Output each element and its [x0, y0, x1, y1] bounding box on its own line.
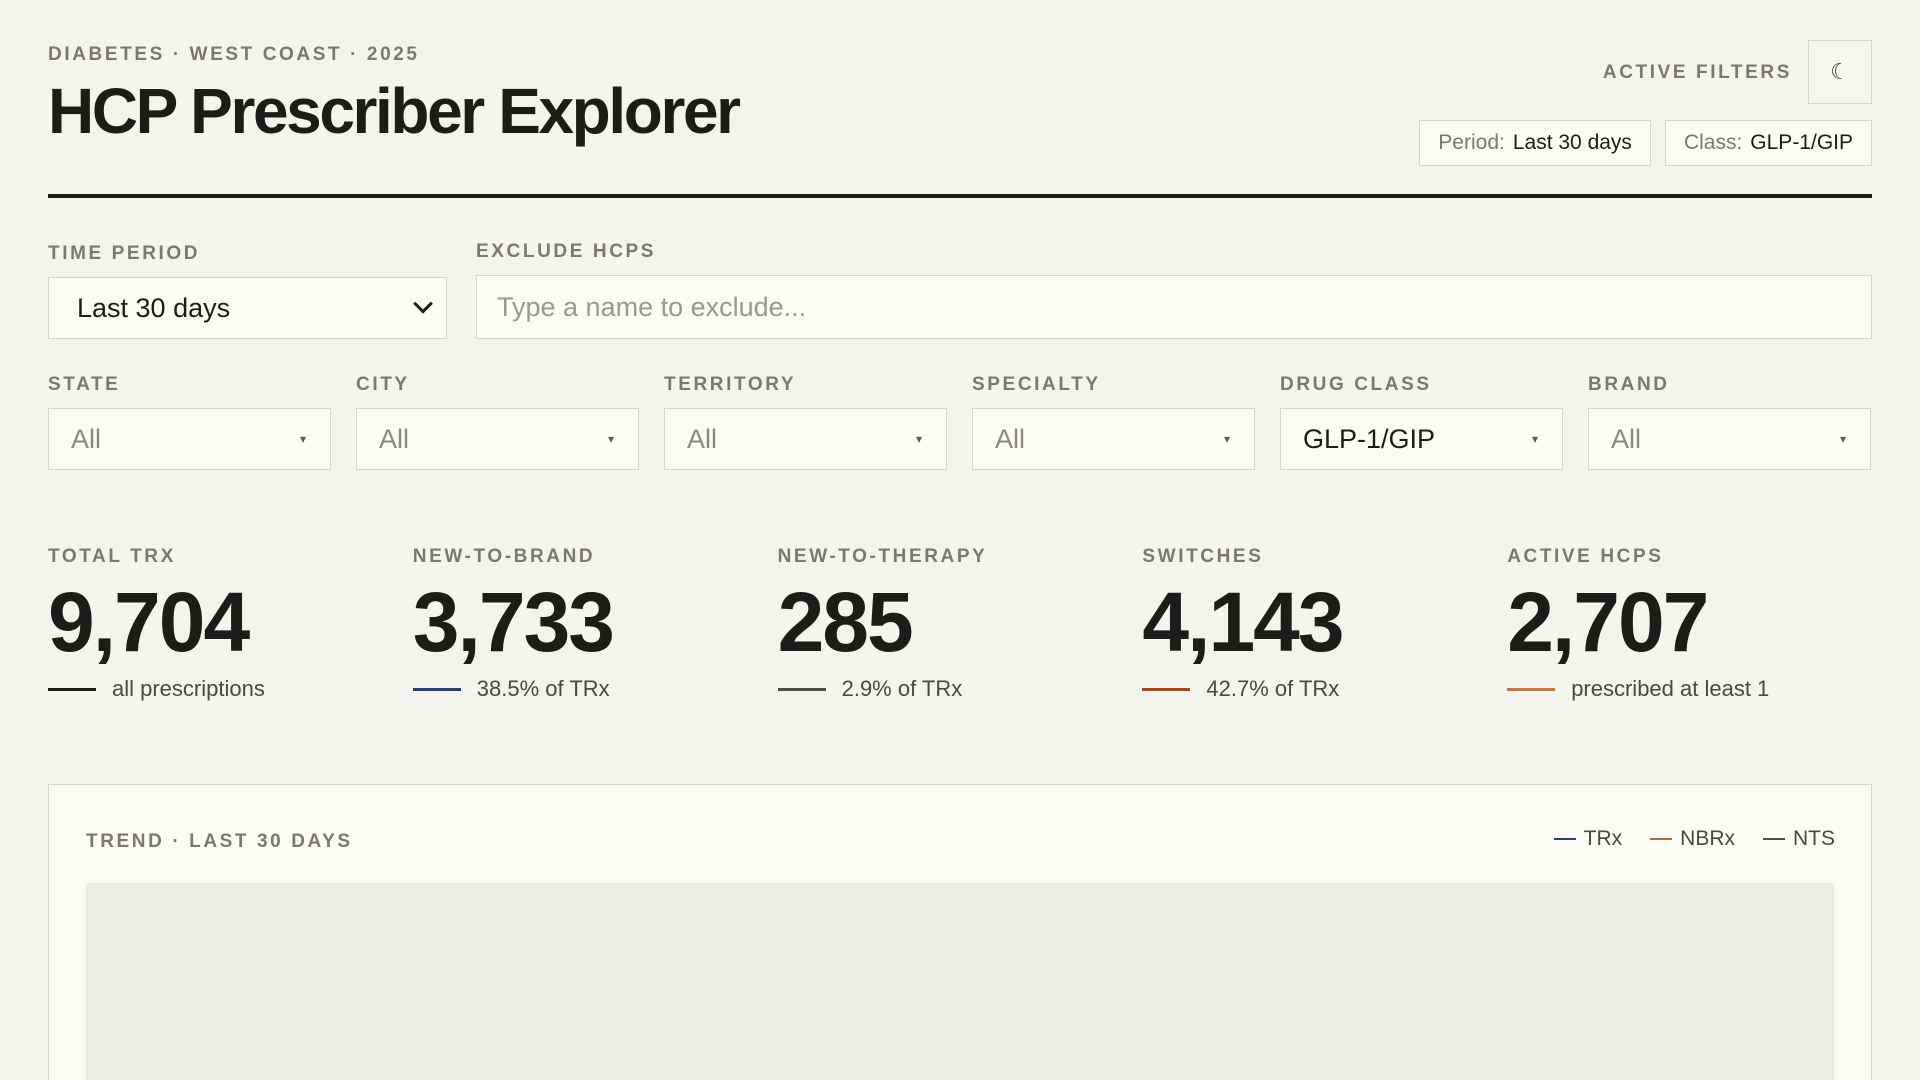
time-period-label: TIME PERIOD — [48, 243, 201, 264]
legend-item-nbrx[interactable]: NBRx — [1650, 827, 1735, 851]
state-value: All — [71, 423, 102, 454]
kpi-subtext: 38.5% of TRx — [412, 676, 778, 702]
kpi-subtext: all prescriptions — [48, 676, 413, 702]
theme-toggle-button[interactable]: ☾ — [1808, 40, 1872, 104]
kpi-new-to-brand: NEW-TO-BRAND 3,733 38.5% of TRx — [412, 546, 778, 702]
chevron-down-icon — [413, 293, 433, 314]
caret-down-icon: ▾ — [1839, 432, 1846, 446]
trend-legend: TRx NBRx NTS — [1553, 827, 1835, 851]
kpi-sub-label: 2.9% of TRx — [841, 676, 963, 702]
kpi-subtext: prescribed at least 1 — [1507, 676, 1872, 702]
active-filters-label: ACTIVE FILTERS — [1602, 62, 1792, 83]
exclude-hcps-field: EXCLUDE HCPS Type a name to exclude... — [476, 241, 1872, 339]
time-period-value: Last 30 days — [77, 292, 231, 323]
legend-swatch — [1553, 838, 1576, 840]
kpi-value: 3,733 — [412, 575, 615, 669]
chip-value: GLP-1/GIP — [1750, 131, 1853, 154]
kpi-value: 2,707 — [1507, 575, 1709, 669]
brand-filter: BRAND All ▾ — [1588, 374, 1871, 470]
legend-label: NBRx — [1680, 827, 1735, 850]
kpi-subtext: 2.9% of TRx — [777, 676, 1143, 702]
filter-chip-class[interactable]: Class: GLP-1/GIP — [1664, 120, 1872, 166]
drug-class-value: GLP-1/GIP — [1303, 423, 1436, 454]
exclude-hcps-input[interactable]: Type a name to exclude... — [476, 275, 1872, 339]
caret-down-icon: ▾ — [1223, 432, 1230, 446]
trend-panel: TREND · LAST 30 DAYS TRx NBRx NTS — [48, 784, 1872, 1080]
kpi-label: ACTIVE HCPS — [1507, 546, 1664, 567]
moon-icon: ☾ — [1830, 59, 1850, 84]
specialty-filter: SPECIALTY All ▾ — [972, 374, 1255, 470]
primary-controls: TIME PERIOD Last 30 days EXCLUDE HCPS Ty… — [48, 241, 1872, 343]
brand-label: BRAND — [1588, 374, 1670, 395]
exclude-hcps-label: EXCLUDE HCPS — [476, 241, 657, 262]
caret-down-icon: ▾ — [607, 432, 614, 446]
legend-item-nts[interactable]: NTS — [1763, 827, 1835, 851]
drug-class-filter: DRUG CLASS GLP-1/GIP ▾ — [1280, 374, 1563, 470]
kpi-active-hcps: ACTIVE HCPS 2,707 prescribed at least 1 — [1507, 546, 1872, 702]
territory-select[interactable]: All ▾ — [664, 408, 947, 470]
specialty-value: All — [995, 423, 1026, 454]
state-filter: STATE All ▾ — [48, 374, 331, 470]
filter-chip-period[interactable]: Period: Last 30 days — [1419, 120, 1651, 166]
chip-key: Period: — [1438, 131, 1505, 154]
legend-item-trx[interactable]: TRx — [1553, 827, 1623, 851]
kpi-sub-label: 38.5% of TRx — [476, 676, 610, 702]
page-eyebrow: DIABETES · WEST COAST · 2025 — [48, 44, 420, 65]
page: DIABETES · WEST COAST · 2025 HCP Prescri… — [48, 0, 1872, 1080]
kpi-value: 9,704 — [48, 575, 250, 669]
kpi-row: TOTAL TRX 9,704 all prescriptions NEW-TO… — [48, 546, 1872, 702]
page-header: DIABETES · WEST COAST · 2025 HCP Prescri… — [48, 0, 1872, 198]
city-value: All — [379, 423, 410, 454]
legend-swatch — [1763, 838, 1785, 840]
territory-value: All — [687, 423, 718, 454]
caret-down-icon: ▾ — [915, 432, 922, 446]
kpi-switches: SWITCHES 4,143 42.7% of TRx — [1142, 546, 1507, 702]
trend-plot-area — [86, 883, 1834, 1080]
chip-key: Class: — [1683, 131, 1743, 154]
filter-dropdowns: STATE All ▾ CITY All ▾ TERRITORY All ▾ S… — [48, 374, 1872, 470]
specialty-select[interactable]: All ▾ — [972, 408, 1255, 470]
city-select[interactable]: All ▾ — [356, 408, 639, 470]
kpi-label: NEW-TO-THERAPY — [777, 546, 988, 567]
kpi-sub-label: 42.7% of TRx — [1206, 676, 1340, 702]
territory-filter: TERRITORY All ▾ — [664, 374, 947, 470]
caret-down-icon: ▾ — [1531, 432, 1538, 446]
legend-label: TRx — [1583, 827, 1623, 850]
territory-label: TERRITORY — [664, 374, 797, 395]
kpi-label: SWITCHES — [1142, 546, 1264, 567]
state-label: STATE — [48, 374, 121, 395]
brand-select[interactable]: All ▾ — [1588, 408, 1871, 470]
page-title: HCP Prescriber Explorer — [48, 75, 741, 147]
legend-label: NTS — [1793, 827, 1835, 850]
active-filter-chips: Period: Last 30 days Class: GLP-1/GIP — [1419, 120, 1872, 166]
city-label: CITY — [356, 374, 410, 395]
kpi-color-bar — [777, 687, 826, 691]
kpi-new-to-therapy: NEW-TO-THERAPY 285 2.9% of TRx — [777, 546, 1143, 702]
chip-value: Last 30 days — [1512, 131, 1632, 154]
kpi-color-bar — [1507, 687, 1556, 691]
kpi-sub-label: prescribed at least 1 — [1571, 676, 1770, 702]
drug-class-select[interactable]: GLP-1/GIP ▾ — [1280, 408, 1563, 470]
kpi-value: 4,143 — [1142, 575, 1344, 669]
kpi-sub-label: all prescriptions — [112, 676, 265, 702]
time-period-field: TIME PERIOD Last 30 days — [48, 243, 447, 339]
kpi-value: 285 — [777, 575, 914, 669]
specialty-label: SPECIALTY — [972, 374, 1101, 395]
trend-title: TREND · LAST 30 DAYS — [86, 831, 353, 852]
legend-swatch — [1650, 838, 1673, 840]
city-filter: CITY All ▾ — [356, 374, 639, 470]
kpi-subtext: 42.7% of TRx — [1142, 676, 1507, 702]
time-period-select[interactable]: Last 30 days — [48, 277, 447, 339]
brand-value: All — [1611, 423, 1642, 454]
kpi-label: NEW-TO-BRAND — [412, 546, 596, 567]
kpi-label: TOTAL TRX — [48, 546, 176, 567]
kpi-color-bar — [48, 687, 96, 691]
kpi-color-bar — [412, 687, 461, 691]
caret-down-icon: ▾ — [299, 432, 306, 446]
kpi-total-trx: TOTAL TRX 9,704 all prescriptions — [48, 546, 413, 702]
state-select[interactable]: All ▾ — [48, 408, 331, 470]
kpi-color-bar — [1142, 687, 1191, 691]
drug-class-label: DRUG CLASS — [1280, 374, 1432, 395]
